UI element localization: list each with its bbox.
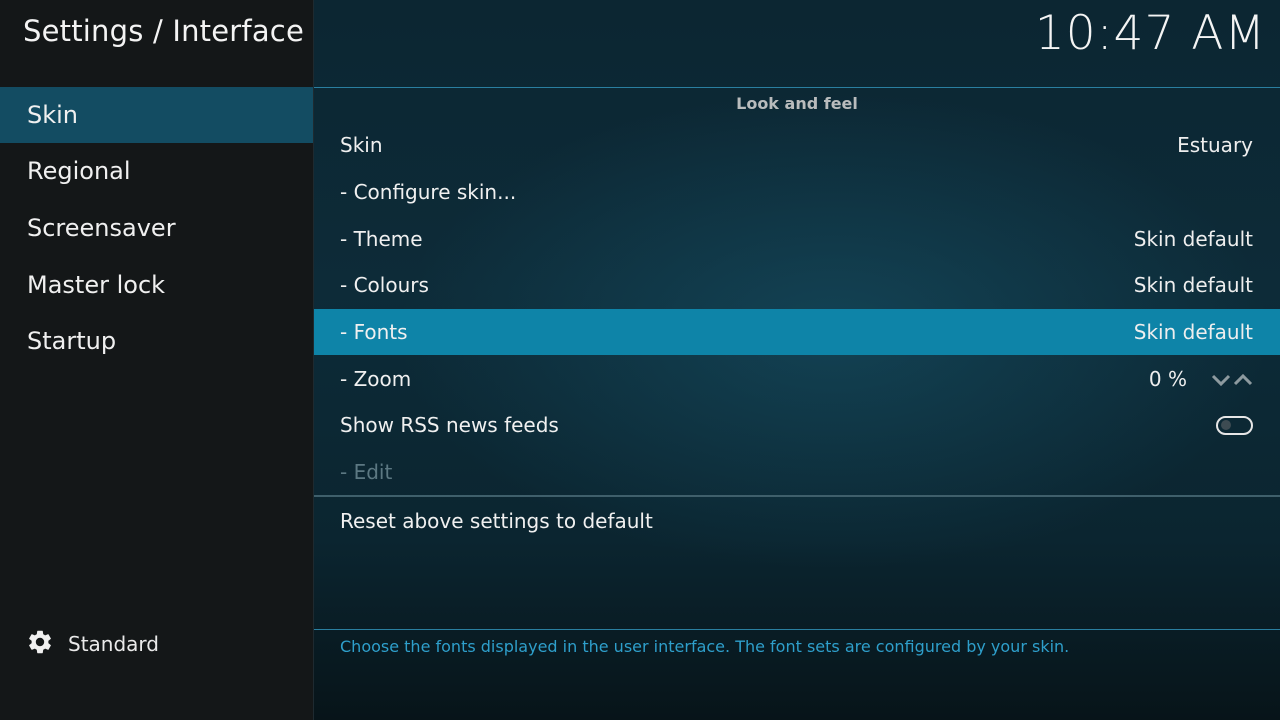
setting-label: - Colours xyxy=(340,273,429,297)
setting-value: Skin default xyxy=(1133,227,1253,251)
setting-label: - Fonts xyxy=(340,320,408,344)
clock: 10:47 AM xyxy=(1034,6,1266,61)
sidebar-item-label: Skin xyxy=(27,101,79,129)
setting-label: - Zoom xyxy=(340,367,412,391)
page-title: Settings / Interface xyxy=(23,14,304,48)
sidebar: Settings / Interface Skin Regional Scree… xyxy=(0,0,314,720)
sidebar-item-label: Startup xyxy=(27,327,117,355)
sidebar-item-skin[interactable]: Skin xyxy=(0,87,313,143)
footer-divider xyxy=(314,629,1280,630)
sidebar-item-startup[interactable]: Startup xyxy=(0,313,313,369)
setting-label: - Theme xyxy=(340,227,423,251)
chevron-down-icon[interactable] xyxy=(1211,367,1231,391)
setting-skin[interactable]: Skin Estuary xyxy=(314,122,1280,168)
setting-show-rss[interactable]: Show RSS news feeds xyxy=(314,402,1280,448)
settings-level-button[interactable]: Standard xyxy=(26,629,159,659)
sidebar-item-label: Master lock xyxy=(27,271,166,299)
setting-configure-skin[interactable]: - Configure skin... xyxy=(314,169,1280,215)
setting-edit-rss: - Edit xyxy=(314,449,1280,495)
sidebar-item-master-lock[interactable]: Master lock xyxy=(0,257,313,313)
settings-divider xyxy=(314,495,1280,497)
setting-value: Skin default xyxy=(1133,320,1253,344)
header-divider xyxy=(314,87,1280,88)
setting-value: 0 % xyxy=(1148,367,1187,391)
setting-label: Reset above settings to default xyxy=(340,509,653,533)
setting-theme[interactable]: - Theme Skin default xyxy=(314,216,1280,262)
setting-value: Estuary xyxy=(1177,133,1253,157)
setting-label: Show RSS news feeds xyxy=(340,413,559,437)
settings-level-label: Standard xyxy=(68,632,159,656)
setting-description: Choose the fonts displayed in the user i… xyxy=(340,637,1070,656)
chevron-up-icon[interactable] xyxy=(1233,367,1253,391)
sidebar-item-regional[interactable]: Regional xyxy=(0,143,313,199)
gear-icon xyxy=(26,628,54,660)
sidebar-item-screensaver[interactable]: Screensaver xyxy=(0,200,313,256)
toggle-switch-icon[interactable] xyxy=(1216,415,1253,435)
setting-value: Skin default xyxy=(1133,273,1253,297)
setting-fonts[interactable]: - Fonts Skin default xyxy=(314,309,1280,355)
section-title: Look and feel xyxy=(736,94,858,113)
setting-label: - Configure skin... xyxy=(340,180,517,204)
zoom-spinner: 0 % xyxy=(1149,367,1253,391)
setting-label: - Edit xyxy=(340,460,393,484)
setting-colours[interactable]: - Colours Skin default xyxy=(314,262,1280,308)
sidebar-item-label: Screensaver xyxy=(27,214,176,242)
setting-label: Skin xyxy=(340,133,383,157)
reset-defaults-button[interactable]: Reset above settings to default xyxy=(314,498,1280,544)
setting-zoom[interactable]: - Zoom 0 % xyxy=(314,356,1280,402)
sidebar-item-label: Regional xyxy=(27,157,131,185)
